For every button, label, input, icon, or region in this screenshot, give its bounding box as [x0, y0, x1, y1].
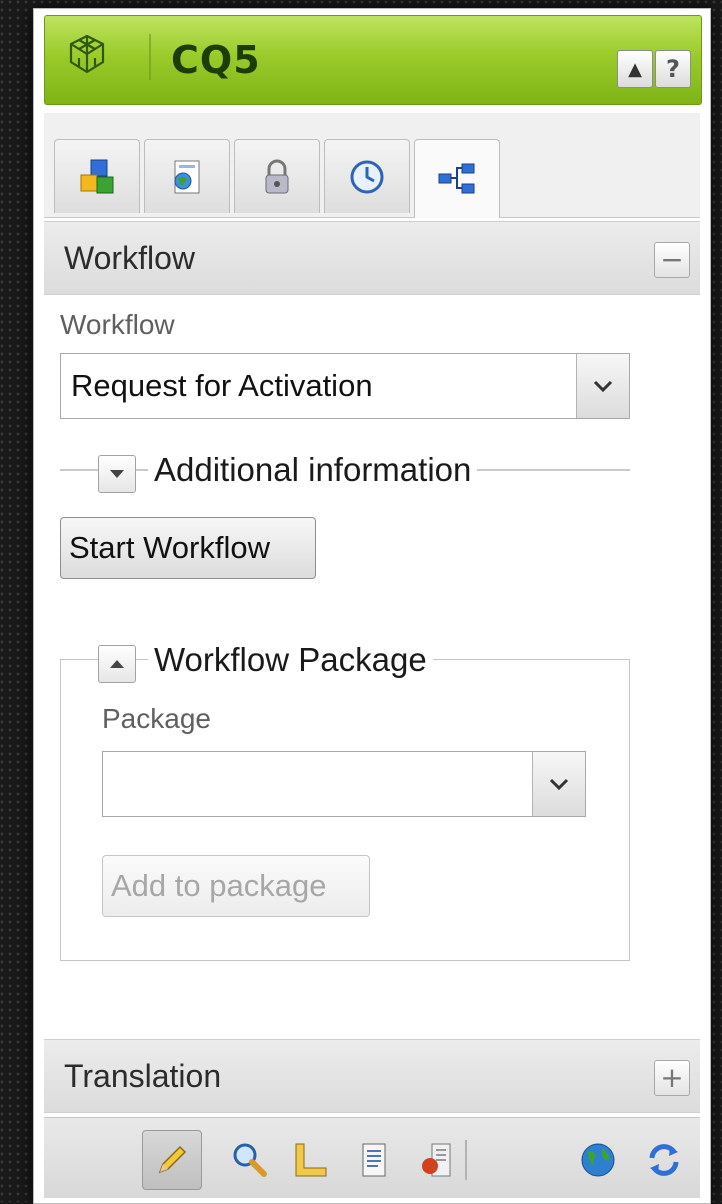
expand-translation-button[interactable]: +: [654, 1060, 690, 1096]
collapse-workflow-button[interactable]: −: [654, 242, 690, 278]
clock-icon: [350, 160, 384, 193]
design-mode-button[interactable]: [280, 1130, 340, 1190]
package-field-label: Package: [102, 703, 211, 734]
sidekick-panel: CQ5 ▲ ? Workflow − Workflow Request for …: [33, 8, 711, 1204]
collapse-sidekick-button[interactable]: ▲: [617, 50, 653, 88]
edit-mode-button[interactable]: [142, 1130, 202, 1190]
lock-icon: [265, 159, 289, 193]
header-separator: [149, 34, 151, 80]
page-info-button[interactable]: [408, 1130, 468, 1190]
translation-section-title: Translation: [64, 1058, 222, 1094]
refresh-icon: [649, 1144, 679, 1176]
additional-info-label: Additional information: [148, 451, 478, 489]
triangle-up-icon: [110, 660, 124, 668]
tab-components[interactable]: [54, 139, 140, 213]
refresh-button[interactable]: [634, 1130, 694, 1190]
language-button[interactable]: [568, 1130, 628, 1190]
page-properties-icon: [422, 1143, 451, 1177]
toolbar-separator: [462, 1130, 470, 1190]
collapse-package-button[interactable]: [98, 645, 136, 683]
tab-workflow[interactable]: [414, 139, 500, 218]
start-workflow-button[interactable]: Start Workflow: [60, 517, 316, 579]
plus-icon: +: [660, 1061, 684, 1094]
help-button[interactable]: ?: [655, 50, 691, 88]
pencil-icon: [158, 1145, 187, 1174]
tab-versioning[interactable]: [324, 139, 410, 213]
translation-section-header[interactable]: Translation +: [44, 1039, 700, 1113]
globe-icon: [581, 1143, 615, 1177]
question-mark-icon: ?: [666, 55, 680, 83]
workflow-dropdown-trigger[interactable]: [576, 354, 629, 418]
page-properties-button[interactable]: [344, 1130, 404, 1190]
cq5-logo-icon: [69, 34, 105, 74]
package-select[interactable]: [102, 751, 586, 817]
tab-lock[interactable]: [234, 139, 320, 213]
triangle-down-icon: [110, 470, 124, 478]
brand-title: CQ5: [171, 38, 261, 82]
sidekick-bottom-toolbar: [44, 1117, 700, 1198]
package-dropdown-trigger[interactable]: [532, 752, 585, 816]
sidekick-tabs: [44, 113, 700, 218]
ruler-icon: [295, 1143, 327, 1177]
preview-mode-button[interactable]: [220, 1130, 280, 1190]
workflow-icon: [438, 163, 475, 194]
page-icon: [174, 160, 200, 193]
triangle-up-icon: ▲: [628, 58, 642, 80]
chevron-down-icon: [593, 380, 613, 393]
add-to-package-button[interactable]: Add to package: [102, 855, 370, 917]
workflow-package-legend: Workflow Package: [148, 641, 433, 679]
document-icon: [362, 1143, 386, 1177]
chevron-down-icon: [549, 778, 569, 791]
sidekick-header: CQ5 ▲ ?: [44, 15, 702, 105]
minus-icon: −: [660, 243, 684, 276]
components-icon: [80, 159, 114, 193]
expand-additional-info-button[interactable]: [98, 455, 136, 493]
workflow-select-value: Request for Activation: [71, 368, 373, 403]
workflow-select[interactable]: Request for Activation: [60, 353, 630, 419]
magnifier-icon: [233, 1143, 267, 1177]
tab-page[interactable]: [144, 139, 230, 213]
workflow-section-title: Workflow: [64, 240, 195, 276]
workflow-section-header[interactable]: Workflow −: [44, 221, 700, 295]
workflow-field-label: Workflow: [60, 309, 175, 340]
